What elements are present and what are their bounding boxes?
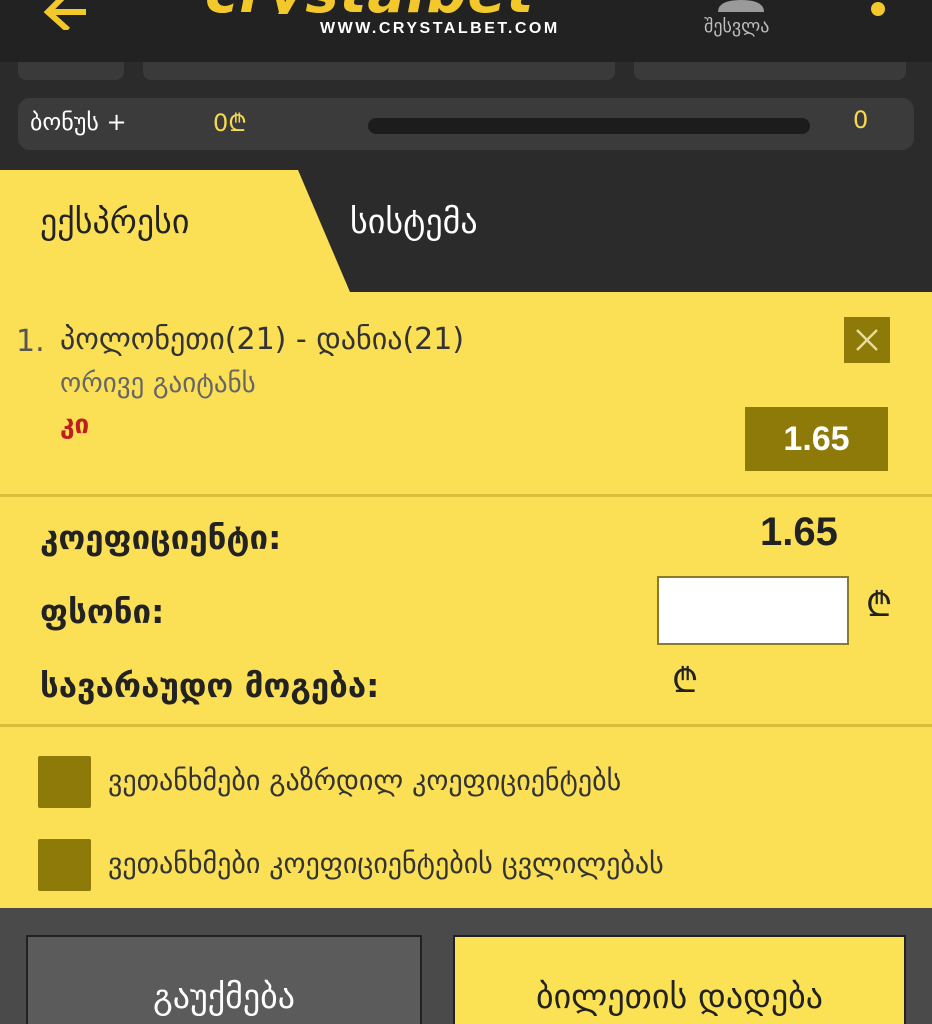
odds-label: კოეფიციენტი: — [40, 518, 282, 557]
bonus-progress-track — [368, 118, 810, 134]
accept-increased-odds-label[interactable]: ვეთანხმები გაზრდილ კოეფიციენტებს — [108, 764, 621, 797]
stake-label: ფსონი: — [40, 592, 165, 631]
cancel-button[interactable]: გაუქმება — [26, 935, 422, 1024]
more-menu-icon[interactable] — [871, 2, 885, 16]
top-chip — [143, 62, 615, 80]
potential-win-label: სავარაუდო მოგება: — [40, 666, 380, 705]
divider — [0, 494, 932, 497]
close-icon — [856, 329, 878, 351]
logo-url: WWW.CRYSTALBET.COM — [320, 20, 560, 37]
bet-number: 1. — [16, 324, 45, 359]
bet-match: პოლონეთი(21) - დანია(21) — [60, 322, 465, 357]
bet-type-tabs: ექსპრესი სისტემა — [0, 170, 932, 292]
bonus-area: ბონუს + 0₾ 0 — [0, 62, 932, 170]
divider — [0, 724, 932, 727]
bonus-count: 0 — [853, 106, 869, 134]
bet-item: 1. პოლონეთი(21) - დანია(21) ორივე გაიტან… — [0, 292, 932, 494]
betslip-footer: გაუქმება ბილეთის დადება — [0, 908, 932, 1024]
accept-increased-odds-checkbox[interactable] — [38, 756, 91, 808]
bonus-bar[interactable]: ბონუს + 0₾ 0 — [18, 98, 914, 150]
betslip-content: 1. პოლონეთი(21) - დანია(21) ორივე გაიტან… — [0, 292, 932, 908]
accept-odds-change-label[interactable]: ვეთანხმები კოეფიციენტების ცვლილებას — [108, 847, 664, 880]
bet-market: ორივე გაიტანს — [60, 368, 256, 399]
tab-system[interactable]: სისტემა — [350, 202, 478, 242]
bonus-value: 0₾ — [213, 109, 247, 137]
place-bet-button[interactable]: ბილეთის დადება — [453, 935, 906, 1024]
user-icon[interactable] — [718, 0, 764, 12]
bonus-label: ბონუს + — [30, 108, 127, 136]
top-chip — [18, 62, 124, 80]
app-header: crystalbet WWW.CRYSTALBET.COM შესვლა — [0, 0, 932, 62]
top-chip — [634, 62, 906, 80]
back-arrow-icon[interactable] — [38, 0, 88, 30]
accept-odds-change-checkbox[interactable] — [38, 839, 91, 891]
login-label[interactable]: შესვლა — [704, 16, 769, 37]
tab-express-label[interactable]: ექსპრესი — [40, 202, 189, 242]
stake-currency-icon: ₾ — [866, 585, 893, 625]
bet-pick: კი — [60, 410, 90, 440]
win-currency-icon: ₾ — [672, 661, 699, 701]
stake-input[interactable] — [657, 576, 849, 645]
remove-bet-button[interactable] — [844, 317, 890, 363]
bet-odds-badge: 1.65 — [745, 407, 888, 471]
total-odds: 1.65 — [760, 510, 838, 554]
crystalbet-logo[interactable]: crystalbet — [205, 0, 615, 14]
